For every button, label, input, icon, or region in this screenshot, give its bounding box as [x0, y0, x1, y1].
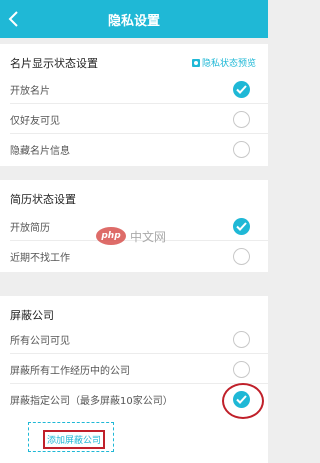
annotation-circle: [222, 383, 264, 419]
option-label: 隐藏名片信息: [10, 146, 70, 157]
header-bar: 隐私设置: [0, 0, 268, 38]
option-hide-card[interactable]: 隐藏名片信息: [0, 134, 268, 164]
option-label: 开放名片: [10, 86, 50, 97]
section-title: 屏蔽公司: [10, 309, 54, 322]
preview-icon: [191, 59, 200, 67]
option-label: 屏蔽指定公司（最多屏蔽10家公司）: [10, 396, 173, 407]
privacy-preview-link[interactable]: 隐私状态预览: [191, 56, 256, 69]
radio-empty-icon[interactable]: [233, 361, 250, 378]
option-label: 所有公司可见: [10, 336, 70, 347]
radio-empty-icon[interactable]: [233, 331, 250, 348]
check-icon[interactable]: [233, 81, 250, 98]
option-label: 近期不找工作: [10, 253, 70, 264]
option-label: 屏蔽所有工作经历中的公司: [10, 366, 130, 377]
section-title: 简历状态设置: [10, 193, 76, 206]
radio-empty-icon[interactable]: [233, 111, 250, 128]
privacy-preview-label: 隐私状态预览: [201, 59, 256, 69]
page-title: 隐私设置: [107, 14, 160, 29]
option-label: 仅好友可见: [10, 116, 60, 127]
add-blocked-company-label: 添加屏蔽公司: [43, 430, 106, 449]
section-title: 名片显示状态设置: [10, 57, 98, 70]
watermark-logo: php: [96, 227, 126, 245]
radio-empty-icon[interactable]: [233, 248, 250, 265]
option-open-card[interactable]: 开放名片: [0, 74, 268, 104]
option-friends-only[interactable]: 仅好友可见: [0, 104, 268, 134]
watermark: php 中文网: [96, 225, 196, 255]
watermark-text: 中文网: [130, 230, 167, 244]
add-blocked-company-button[interactable]: 添加屏蔽公司: [28, 422, 114, 452]
card-display-section: 名片显示状态设置 隐私状态预览 开放名片 仅好友可见 隐藏名片信息: [0, 44, 268, 166]
radio-empty-icon[interactable]: [233, 141, 250, 158]
option-block-history[interactable]: 屏蔽所有工作经历中的公司: [0, 354, 268, 384]
option-label: 开放简历: [10, 223, 50, 234]
option-all-visible[interactable]: 所有公司可见: [0, 324, 268, 354]
check-icon[interactable]: [233, 218, 250, 235]
